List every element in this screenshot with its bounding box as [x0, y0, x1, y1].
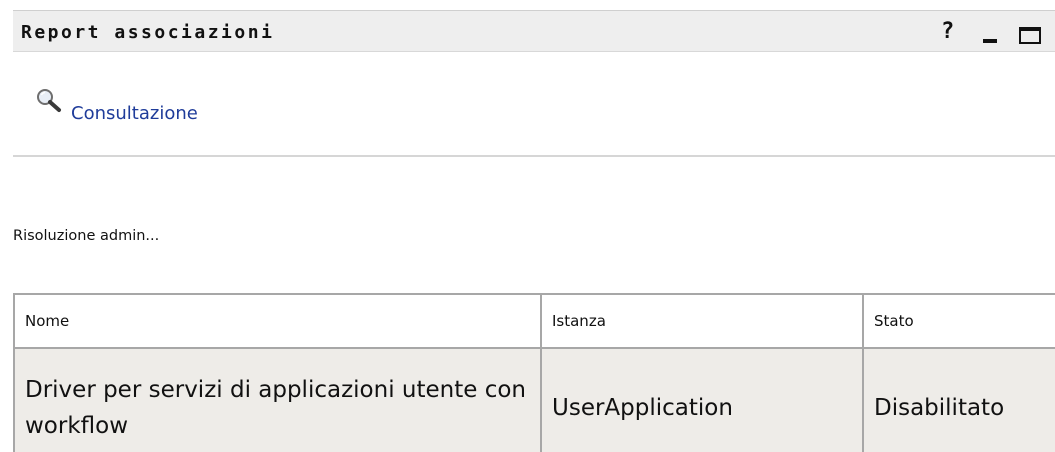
- cell-name: Driver per servizi di applicazioni utent…: [13, 347, 542, 452]
- lookup-label[interactable]: Consultazione: [71, 103, 198, 125]
- table-row[interactable]: Driver per servizi di applicazioni utent…: [13, 347, 1055, 452]
- cell-status: Disabilitato: [862, 347, 1055, 452]
- column-header-name: Nome: [13, 293, 542, 349]
- maximize-icon[interactable]: [1019, 27, 1041, 44]
- column-header-status: Stato: [862, 293, 1055, 349]
- associations-table: Nome Istanza Stato Driver per servizi di…: [13, 293, 1055, 452]
- help-icon[interactable]: ?: [941, 19, 954, 44]
- cell-instance: UserApplication: [540, 347, 864, 452]
- association-report-portlet: Report associazioni ? Consultazione Riso…: [0, 0, 1055, 452]
- status-text: Risoluzione admin...: [13, 228, 160, 244]
- portlet-titlebar: Report associazioni ?: [13, 10, 1055, 52]
- portlet-title: Report associazioni: [21, 22, 275, 43]
- minimize-icon[interactable]: [983, 39, 997, 43]
- column-header-instance: Istanza: [540, 293, 864, 349]
- portlet-toolbar: Consultazione: [13, 52, 1055, 157]
- magnifier-icon: [35, 87, 65, 115]
- table-header-row: Nome Istanza Stato: [13, 293, 1055, 349]
- lookup-button[interactable]: Consultazione: [35, 87, 198, 125]
